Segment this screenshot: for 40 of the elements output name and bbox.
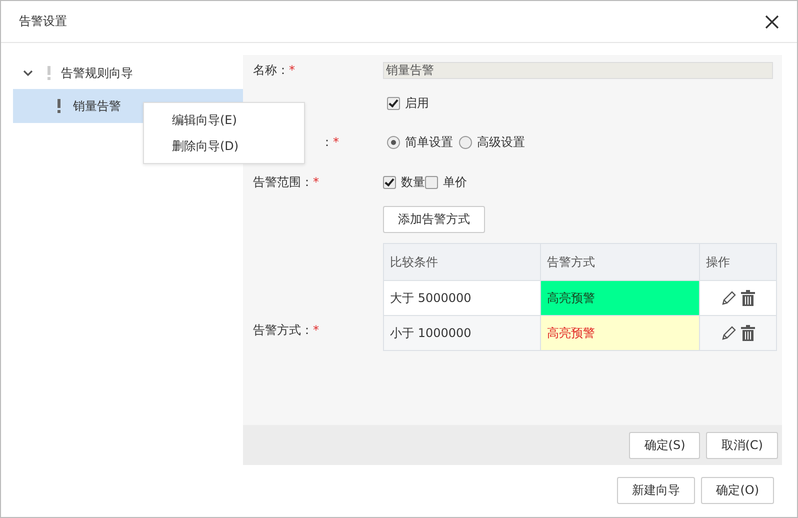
column-header: 比较条件 xyxy=(384,244,540,280)
field-label: ：* xyxy=(320,134,340,150)
field-label: 告警方式：* xyxy=(253,322,320,339)
field-label: 告警范围：* xyxy=(253,174,320,190)
table-cell: 小于 1000000 xyxy=(384,316,540,350)
table-cell: 大于 5000000 xyxy=(384,280,540,316)
trash-icon[interactable] xyxy=(741,325,755,341)
tree-item[interactable]: 告警规则向导 xyxy=(61,64,133,82)
option-label: 简单设置 xyxy=(405,134,453,150)
tree-item[interactable]: 销量告警 xyxy=(73,98,121,114)
menu-item[interactable]: 编辑向导(E) xyxy=(144,107,304,133)
close-icon[interactable] xyxy=(765,14,779,28)
dialog-button[interactable]: 新建向导 xyxy=(617,477,696,504)
trash-icon[interactable] xyxy=(741,290,755,306)
option-label: 数量 xyxy=(401,174,425,190)
table-cell: 高亮预警 xyxy=(540,316,700,350)
table-cell: 高亮预警 xyxy=(540,280,700,316)
pencil-icon[interactable] xyxy=(721,325,737,341)
radio-button[interactable] xyxy=(387,136,400,148)
add-method-button[interactable]: 添加告警方式 xyxy=(383,206,485,232)
checkbox[interactable] xyxy=(383,176,396,188)
radio-button[interactable] xyxy=(459,136,472,148)
option-label: 启用 xyxy=(405,94,429,112)
exclamation-icon xyxy=(47,66,51,80)
field-label: 名称：* xyxy=(253,62,296,78)
pencil-icon[interactable] xyxy=(721,290,737,306)
option-label: 单价 xyxy=(443,174,467,190)
dialog-button[interactable]: 确定(S) xyxy=(629,432,700,458)
window-title: 告警设置 xyxy=(19,13,67,30)
column-header: 告警方式 xyxy=(540,244,700,280)
chevron-icon[interactable] xyxy=(23,70,33,76)
checkbox[interactable] xyxy=(425,176,438,188)
exclamation-icon xyxy=(57,99,61,113)
menu-item[interactable]: 删除向导(D) xyxy=(144,133,304,159)
checkbox[interactable] xyxy=(387,96,400,110)
column-header: 操作 xyxy=(700,244,776,280)
dialog-button[interactable]: 确定(O) xyxy=(701,477,774,504)
name-field[interactable]: 销量告警 xyxy=(383,62,773,78)
option-label: 高级设置 xyxy=(477,134,525,150)
dialog-button[interactable]: 取消(C) xyxy=(706,432,778,458)
